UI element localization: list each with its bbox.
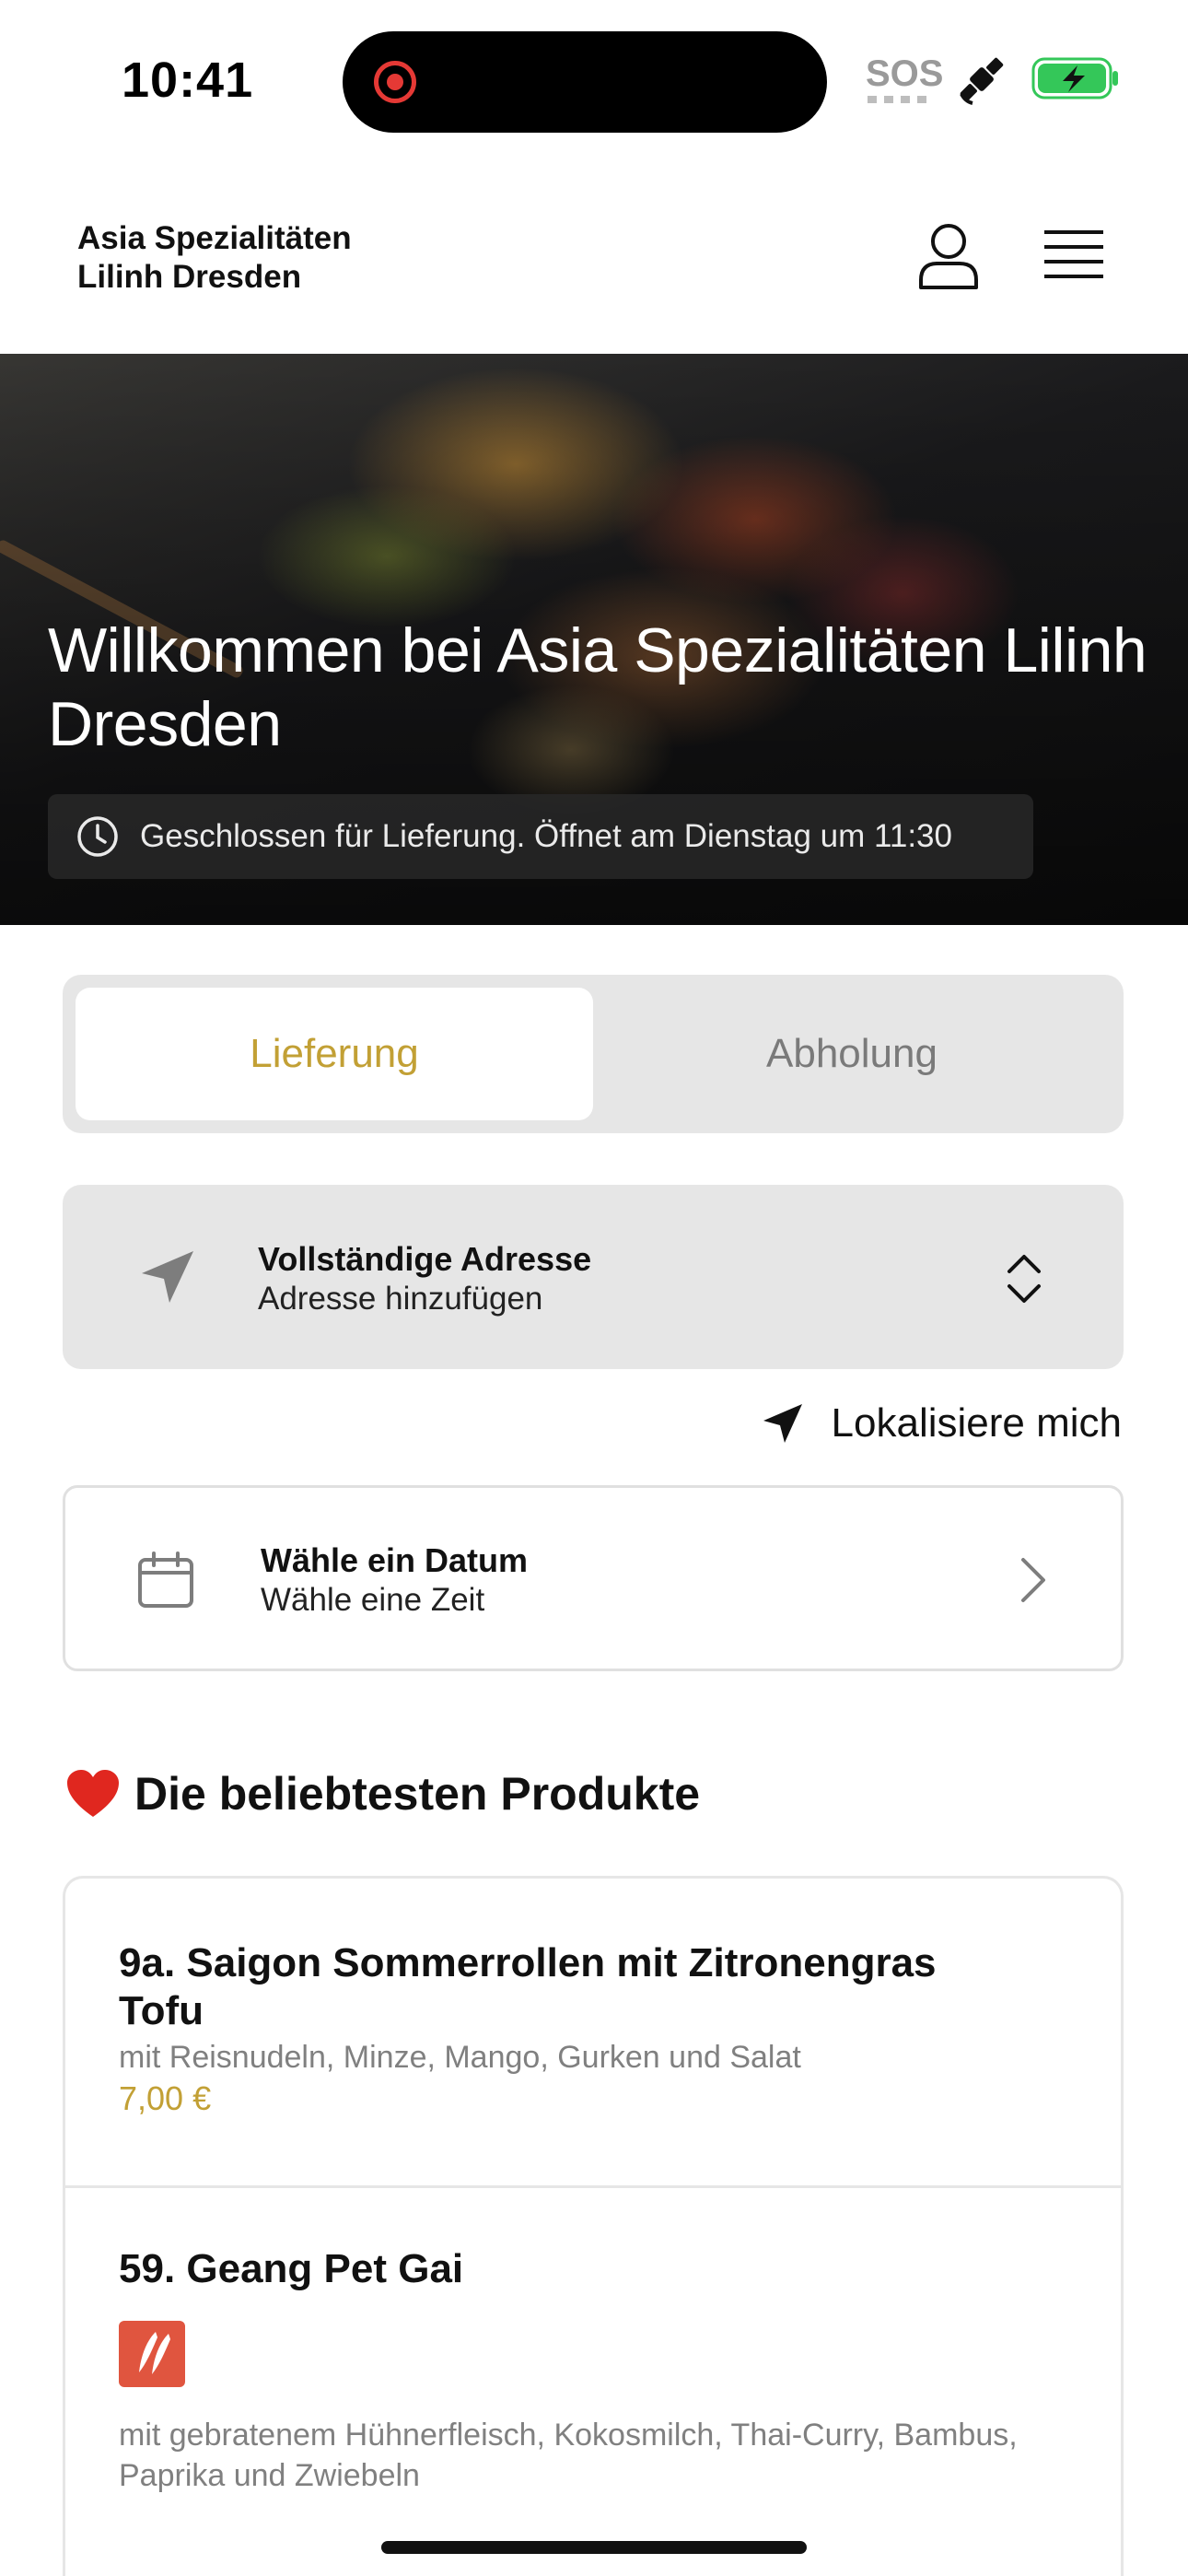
status-bar: 10:41 SOS [0,0,1188,157]
restaurant-brand[interactable]: Asia Spezialitäten Lilinh Dresden [77,219,352,297]
satellite-icon [960,57,1004,105]
product-price: 7,00 € [119,2079,212,2117]
product-name: 9a. Saigon Sommerrollen mit Zitronengras… [119,1940,937,2033]
app-header: Asia Spezialitäten Lilinh Dresden [0,157,1188,354]
opening-status-text: Geschlossen für Lieferung. Öffnet am Die… [140,818,952,854]
location-arrow-icon [763,1404,802,1443]
time-placeholder: Wähle eine Zeit [261,1582,485,1618]
date-title: Wähle ein Datum [261,1541,529,1579]
screen-recording-icon [374,61,416,103]
tab-delivery[interactable]: Lieferung [76,988,593,1120]
order-mode-toggle: Lieferung Abholung [63,975,1124,1133]
product-name: 59. Geang Pet Gai [119,2246,464,2291]
product-list: 9a. Saigon Sommerrollen mit Zitronengras… [63,1876,1124,2576]
date-time-selector[interactable]: Wähle ein Datum Wähle eine Zeit [63,1485,1124,1671]
product-card[interactable]: 59. Geang Pet Gai mit gebratenem Hühnerf… [65,2188,1121,2576]
brand-line-1: Asia Spezialitäten [77,220,352,256]
chevron-up-down-icon [1007,1255,1041,1303]
address-selector[interactable]: Vollständige Adresse Adresse hinzufügen [63,1185,1124,1369]
sos-indicator: SOS [866,53,944,94]
location-arrow-icon [142,1251,193,1303]
signal-dots [868,96,926,103]
user-icon[interactable] [917,221,980,289]
product-description: mit gebratenem Hühnerfleisch, Kokosmilch… [119,2418,1018,2493]
address-title: Vollständige Adresse [258,1240,592,1278]
home-indicator[interactable] [381,2541,807,2554]
menu-icon[interactable] [1044,228,1103,280]
product-description: mit Reisnudeln, Minze, Mango, Gurken und… [119,2040,801,2075]
hero-title: Willkommen bei Asia Spezialitäten Lilinh… [48,615,1147,759]
brand-line-2: Lilinh Dresden [77,259,302,295]
locate-me-label: Lokalisiere mich [831,1400,1122,1446]
heart-icon [67,1770,119,1817]
product-card[interactable]: 9a. Saigon Sommerrollen mit Zitronengras… [65,1879,1121,2188]
chili-spicy-icon [119,2321,185,2387]
dynamic-island [343,31,827,133]
status-time: 10:41 [122,53,254,108]
calendar-icon [138,1551,193,1608]
opening-status-badge: Geschlossen für Lieferung. Öffnet am Die… [48,794,1033,879]
clock-icon [77,816,118,857]
battery-charging-icon [1031,57,1118,100]
locate-me-button[interactable]: Lokalisiere mich [760,1400,1122,1446]
popular-products-title: Die beliebtesten Produkte [134,1768,701,1820]
popular-products-heading: Die beliebtesten Produkte [64,1767,700,1821]
chevron-right-icon [1021,1558,1045,1602]
address-placeholder: Adresse hinzufügen [258,1281,543,1317]
hero-banner: Willkommen bei Asia Spezialitäten Lilinh… [0,354,1188,925]
tab-pickup[interactable]: Abholung [593,988,1111,1120]
